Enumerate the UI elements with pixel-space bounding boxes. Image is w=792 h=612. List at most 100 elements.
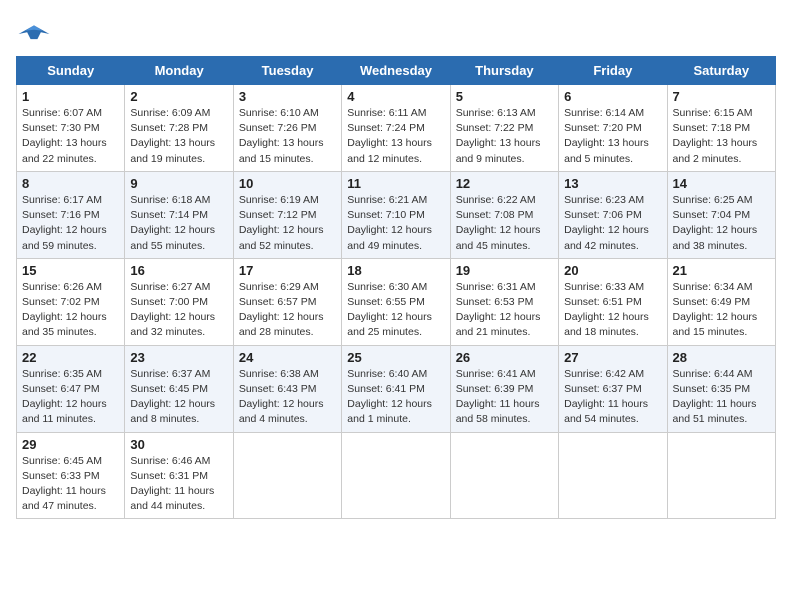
- day-info: Sunrise: 6:17 AMSunset: 7:16 PMDaylight:…: [22, 193, 119, 254]
- calendar-header-row: SundayMondayTuesdayWednesdayThursdayFrid…: [17, 57, 776, 85]
- calendar-cell: [667, 432, 775, 519]
- calendar-table: SundayMondayTuesdayWednesdayThursdayFrid…: [16, 56, 776, 519]
- day-info: Sunrise: 6:46 AMSunset: 6:31 PMDaylight:…: [130, 454, 227, 515]
- day-info: Sunrise: 6:11 AMSunset: 7:24 PMDaylight:…: [347, 106, 444, 167]
- day-info: Sunrise: 6:09 AMSunset: 7:28 PMDaylight:…: [130, 106, 227, 167]
- calendar-cell: 26 Sunrise: 6:41 AMSunset: 6:39 PMDayligh…: [450, 345, 558, 432]
- day-info: Sunrise: 6:38 AMSunset: 6:43 PMDaylight:…: [239, 367, 336, 428]
- day-info: Sunrise: 6:14 AMSunset: 7:20 PMDaylight:…: [564, 106, 661, 167]
- calendar-cell: 9 Sunrise: 6:18 AMSunset: 7:14 PMDaylight…: [125, 171, 233, 258]
- day-info: Sunrise: 6:23 AMSunset: 7:06 PMDaylight:…: [564, 193, 661, 254]
- day-number: 27: [564, 350, 661, 365]
- day-number: 16: [130, 263, 227, 278]
- calendar-cell: [559, 432, 667, 519]
- day-number: 1: [22, 89, 119, 104]
- day-number: 12: [456, 176, 553, 191]
- calendar-cell: 5 Sunrise: 6:13 AMSunset: 7:22 PMDaylight…: [450, 85, 558, 172]
- calendar-cell: 20 Sunrise: 6:33 AMSunset: 6:51 PMDayligh…: [559, 258, 667, 345]
- day-number: 20: [564, 263, 661, 278]
- calendar-cell: 15 Sunrise: 6:26 AMSunset: 7:02 PMDayligh…: [17, 258, 125, 345]
- calendar-cell: 11Sunrise: 6:21 AMSunset: 7:10 PMDayligh…: [342, 171, 450, 258]
- weekday-header: Friday: [559, 57, 667, 85]
- calendar-cell: [233, 432, 341, 519]
- calendar-cell: 28 Sunrise: 6:44 AMSunset: 6:35 PMDayligh…: [667, 345, 775, 432]
- calendar-cell: 21 Sunrise: 6:34 AMSunset: 6:49 PMDayligh…: [667, 258, 775, 345]
- calendar-cell: 2 Sunrise: 6:09 AMSunset: 7:28 PMDaylight…: [125, 85, 233, 172]
- day-number: 8: [22, 176, 119, 191]
- weekday-header: Monday: [125, 57, 233, 85]
- day-info: Sunrise: 6:45 AMSunset: 6:33 PMDaylight:…: [22, 454, 119, 515]
- calendar-cell: 13 Sunrise: 6:23 AMSunset: 7:06 PMDayligh…: [559, 171, 667, 258]
- day-info: Sunrise: 6:37 AMSunset: 6:45 PMDaylight:…: [130, 367, 227, 428]
- day-info: Sunrise: 6:35 AMSunset: 6:47 PMDaylight:…: [22, 367, 119, 428]
- calendar-cell: 24 Sunrise: 6:38 AMSunset: 6:43 PMDayligh…: [233, 345, 341, 432]
- day-number: 5: [456, 89, 553, 104]
- day-info: Sunrise: 6:07 AMSunset: 7:30 PMDaylight:…: [22, 106, 119, 167]
- day-info: Sunrise: 6:19 AMSunset: 7:12 PMDaylight:…: [239, 193, 336, 254]
- day-number: 11: [347, 176, 444, 191]
- calendar-cell: [450, 432, 558, 519]
- day-info: Sunrise: 6:31 AMSunset: 6:53 PMDaylight:…: [456, 280, 553, 341]
- calendar-cell: 25 Sunrise: 6:40 AMSunset: 6:41 PMDayligh…: [342, 345, 450, 432]
- logo: [16, 22, 56, 48]
- day-number: 26: [456, 350, 553, 365]
- day-info: Sunrise: 6:29 AMSunset: 6:57 PMDaylight:…: [239, 280, 336, 341]
- day-number: 13: [564, 176, 661, 191]
- day-number: 23: [130, 350, 227, 365]
- logo-icon: [16, 22, 52, 46]
- weekday-header: Tuesday: [233, 57, 341, 85]
- day-number: 3: [239, 89, 336, 104]
- calendar-cell: 3 Sunrise: 6:10 AMSunset: 7:26 PMDaylight…: [233, 85, 341, 172]
- calendar-cell: [342, 432, 450, 519]
- day-info: Sunrise: 6:41 AMSunset: 6:39 PMDaylight:…: [456, 367, 553, 428]
- day-info: Sunrise: 6:18 AMSunset: 7:14 PMDaylight:…: [130, 193, 227, 254]
- calendar-cell: 27 Sunrise: 6:42 AMSunset: 6:37 PMDayligh…: [559, 345, 667, 432]
- day-info: Sunrise: 6:33 AMSunset: 6:51 PMDaylight:…: [564, 280, 661, 341]
- day-number: 21: [673, 263, 770, 278]
- day-number: 15: [22, 263, 119, 278]
- day-number: 25: [347, 350, 444, 365]
- calendar-cell: 30 Sunrise: 6:46 AMSunset: 6:31 PMDayligh…: [125, 432, 233, 519]
- day-number: 10: [239, 176, 336, 191]
- calendar-cell: 14 Sunrise: 6:25 AMSunset: 7:04 PMDayligh…: [667, 171, 775, 258]
- day-info: Sunrise: 6:15 AMSunset: 7:18 PMDaylight:…: [673, 106, 770, 167]
- day-number: 17: [239, 263, 336, 278]
- calendar-cell: 29 Sunrise: 6:45 AMSunset: 6:33 PMDayligh…: [17, 432, 125, 519]
- day-number: 30: [130, 437, 227, 452]
- page-header: [16, 16, 776, 48]
- day-number: 9: [130, 176, 227, 191]
- calendar-cell: 1 Sunrise: 6:07 AMSunset: 7:30 PMDaylight…: [17, 85, 125, 172]
- weekday-header: Saturday: [667, 57, 775, 85]
- day-number: 2: [130, 89, 227, 104]
- weekday-header: Sunday: [17, 57, 125, 85]
- calendar-cell: 10 Sunrise: 6:19 AMSunset: 7:12 PMDayligh…: [233, 171, 341, 258]
- day-number: 7: [673, 89, 770, 104]
- day-number: 18: [347, 263, 444, 278]
- calendar-cell: 18 Sunrise: 6:30 AMSunset: 6:55 PMDayligh…: [342, 258, 450, 345]
- calendar-cell: 23 Sunrise: 6:37 AMSunset: 6:45 PMDayligh…: [125, 345, 233, 432]
- weekday-header: Thursday: [450, 57, 558, 85]
- day-info: Sunrise: 6:44 AMSunset: 6:35 PMDaylight:…: [673, 367, 770, 428]
- day-info: Sunrise: 6:34 AMSunset: 6:49 PMDaylight:…: [673, 280, 770, 341]
- day-info: Sunrise: 6:26 AMSunset: 7:02 PMDaylight:…: [22, 280, 119, 341]
- day-number: 28: [673, 350, 770, 365]
- weekday-header: Wednesday: [342, 57, 450, 85]
- day-info: Sunrise: 6:30 AMSunset: 6:55 PMDaylight:…: [347, 280, 444, 341]
- calendar-cell: 22 Sunrise: 6:35 AMSunset: 6:47 PMDayligh…: [17, 345, 125, 432]
- day-info: Sunrise: 6:10 AMSunset: 7:26 PMDaylight:…: [239, 106, 336, 167]
- day-number: 24: [239, 350, 336, 365]
- day-info: Sunrise: 6:13 AMSunset: 7:22 PMDaylight:…: [456, 106, 553, 167]
- calendar-cell: 4 Sunrise: 6:11 AMSunset: 7:24 PMDaylight…: [342, 85, 450, 172]
- day-number: 19: [456, 263, 553, 278]
- calendar-cell: 7 Sunrise: 6:15 AMSunset: 7:18 PMDaylight…: [667, 85, 775, 172]
- day-info: Sunrise: 6:40 AMSunset: 6:41 PMDaylight:…: [347, 367, 444, 428]
- calendar-cell: 19 Sunrise: 6:31 AMSunset: 6:53 PMDayligh…: [450, 258, 558, 345]
- calendar-cell: 6Sunrise: 6:14 AMSunset: 7:20 PMDaylight…: [559, 85, 667, 172]
- calendar-cell: 16Sunrise: 6:27 AMSunset: 7:00 PMDayligh…: [125, 258, 233, 345]
- day-number: 14: [673, 176, 770, 191]
- day-number: 4: [347, 89, 444, 104]
- day-number: 29: [22, 437, 119, 452]
- day-info: Sunrise: 6:25 AMSunset: 7:04 PMDaylight:…: [673, 193, 770, 254]
- day-number: 22: [22, 350, 119, 365]
- day-info: Sunrise: 6:42 AMSunset: 6:37 PMDaylight:…: [564, 367, 661, 428]
